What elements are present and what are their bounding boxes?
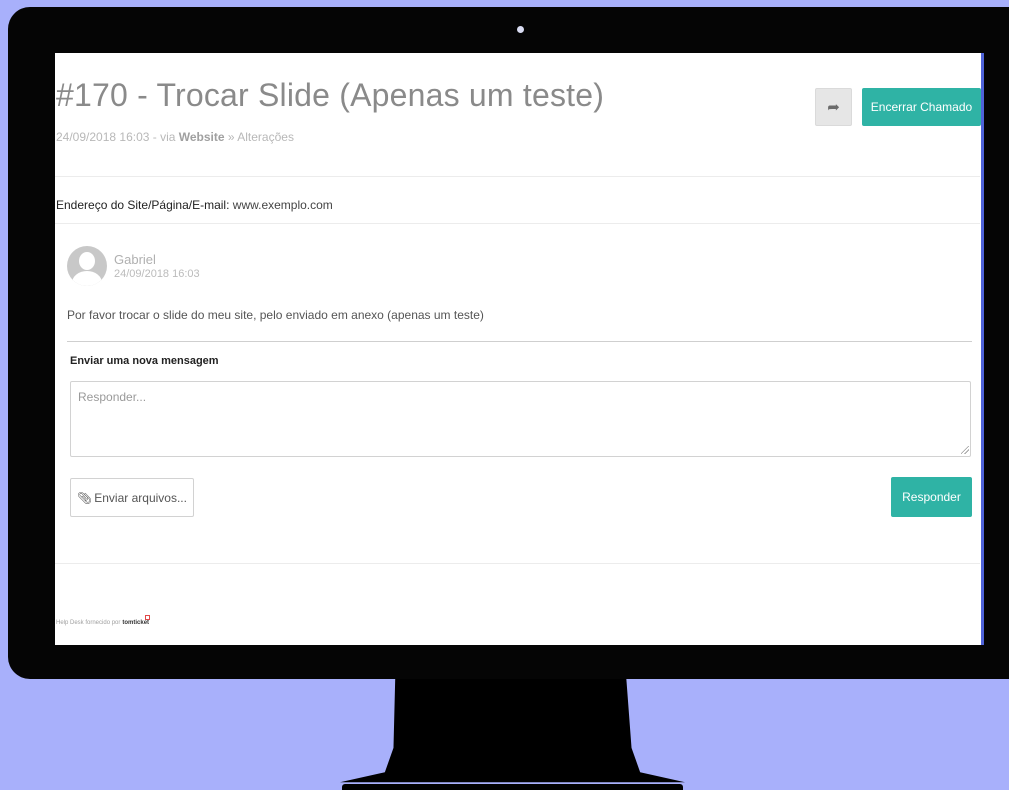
- new-message-label: Enviar uma nova mensagem: [70, 355, 219, 367]
- ticket-sep: »: [224, 130, 238, 144]
- divider: [55, 176, 980, 177]
- message-author: Gabriel: [114, 252, 156, 267]
- footer-brand: tomticket: [122, 620, 150, 626]
- message-body: Por favor trocar o slide do meu site, pe…: [67, 308, 484, 322]
- footer: Help Desk fornecido por tomticket: [56, 615, 151, 626]
- paperclip-icon: 📎︎: [77, 490, 93, 505]
- divider: [67, 341, 972, 342]
- webcam-dot: [517, 26, 524, 33]
- ticket-date: 24/09/2018 16:03: [56, 130, 150, 144]
- share-arrow-icon: ➦: [827, 99, 840, 116]
- forward-button[interactable]: ➦: [815, 88, 852, 126]
- site-address-value: www.exemplo.com: [229, 198, 333, 212]
- monitor-stand: [340, 679, 685, 783]
- screen: #170 - Trocar Slide (Apenas um teste) 24…: [55, 53, 984, 645]
- ticket-channel: Website: [178, 130, 225, 144]
- attach-files-button[interactable]: 📎︎ Enviar arquivos...: [70, 478, 194, 517]
- ticket-category: Alterações: [237, 130, 294, 144]
- attach-files-label: Enviar arquivos...: [94, 490, 187, 505]
- brand-logo-icon: [145, 615, 151, 620]
- ticket-title: #170 - Trocar Slide (Apenas um teste): [56, 77, 605, 113]
- ticket-meta: 24/09/2018 16:03 - via Website » Alteraç…: [56, 130, 294, 144]
- resize-handle-icon[interactable]: [961, 446, 969, 454]
- close-ticket-button[interactable]: Encerrar Chamado: [862, 88, 981, 126]
- message-date: 24/09/2018 16:03: [114, 268, 200, 280]
- reply-textarea[interactable]: [70, 381, 971, 457]
- site-address-label: Endereço do Site/Página/E-mail:: [56, 198, 230, 212]
- monitor-frame: #170 - Trocar Slide (Apenas um teste) 24…: [8, 7, 1009, 679]
- footer-text: Help Desk fornecido por: [56, 620, 121, 626]
- footer-brand-link[interactable]: tomticket: [122, 615, 151, 626]
- ticket-via: - via: [149, 130, 179, 144]
- reply-submit-button[interactable]: Responder: [891, 477, 972, 517]
- divider: [55, 223, 980, 224]
- monitor-stand-base: [342, 784, 683, 790]
- site-address: Endereço do Site/Página/E-mail: www.exem…: [56, 198, 333, 212]
- divider: [55, 563, 980, 564]
- user-avatar-icon: [67, 246, 107, 286]
